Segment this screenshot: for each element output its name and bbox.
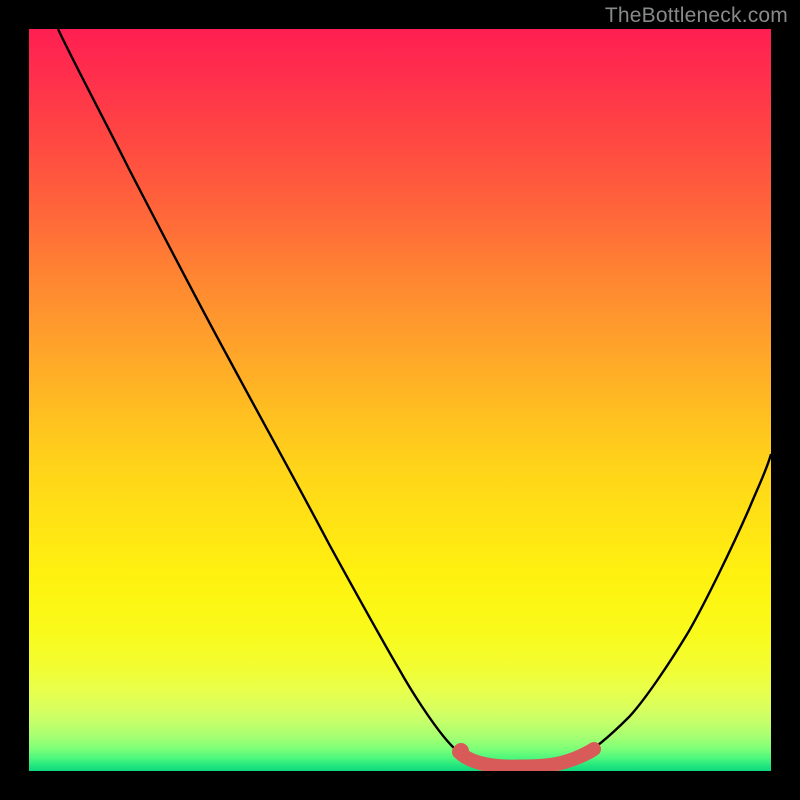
bottleneck-curve xyxy=(58,29,771,767)
plot-area xyxy=(29,29,771,771)
optimal-zone-highlight xyxy=(459,749,594,767)
chart-stage: TheBottleneck.com xyxy=(0,0,800,800)
highlight-dot xyxy=(453,743,469,759)
curve-layer xyxy=(29,29,771,771)
watermark-text: TheBottleneck.com xyxy=(605,4,788,28)
